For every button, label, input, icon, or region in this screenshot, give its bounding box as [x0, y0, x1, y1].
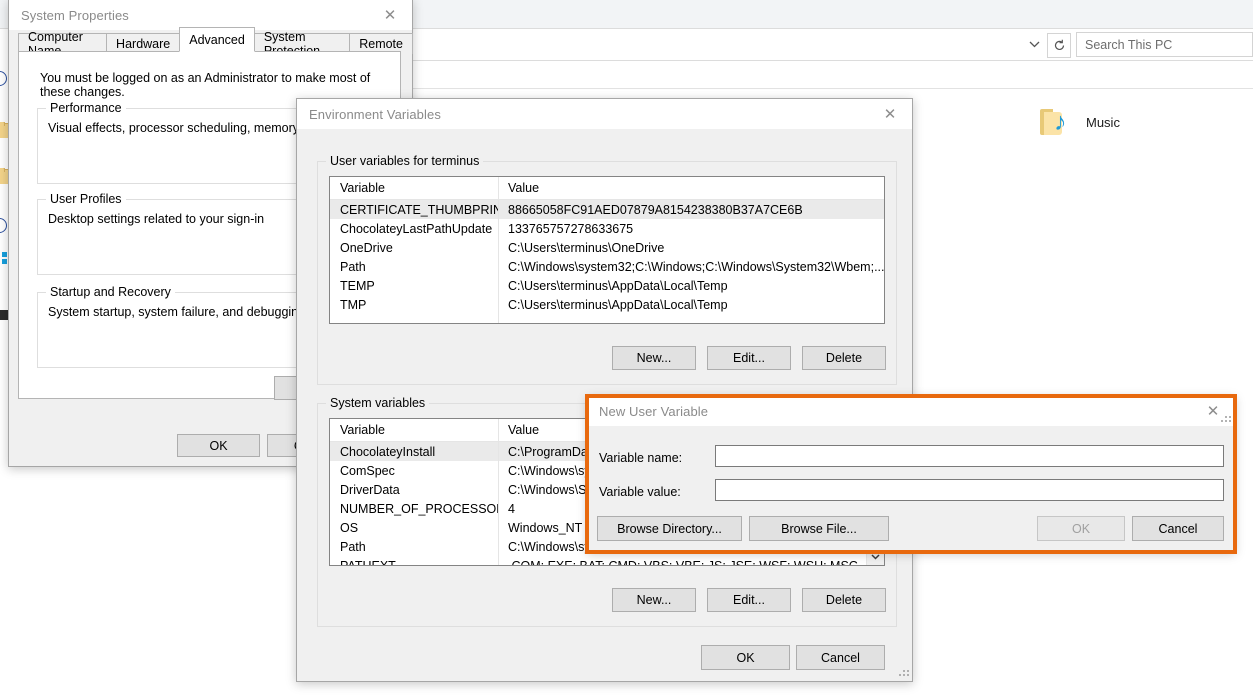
environment-variables-dialog[interactable]: Environment Variables ✕ User variables f… [296, 98, 913, 682]
table-row[interactable]: Path C:\Windows\system32;C:\Windows;C:\W… [330, 257, 884, 276]
resize-grip[interactable] [1221, 414, 1231, 424]
tab-advanced[interactable]: Advanced [179, 27, 255, 52]
refresh-icon[interactable] [1047, 33, 1071, 58]
user-profiles-group-legend: User Profiles [46, 192, 126, 206]
system-variables-edit-button[interactable]: Edit... [707, 588, 791, 612]
user-variables-group-legend: User variables for terminus [326, 154, 483, 168]
variable-value-input[interactable] [715, 479, 1224, 501]
column-header-variable[interactable]: Variable [330, 181, 498, 195]
environment-variables-title: Environment Variables [297, 107, 441, 122]
table-row[interactable]: TEMP C:\Users\terminus\AppData\Local\Tem… [330, 276, 884, 295]
new-user-variable-title: New User Variable [587, 404, 708, 419]
environment-variables-ok-button[interactable]: OK [701, 645, 790, 670]
startup-recovery-group-legend: Startup and Recovery [46, 285, 175, 299]
user-variables-delete-button[interactable]: Delete [802, 346, 886, 370]
user-variables-edit-button[interactable]: Edit... [707, 346, 791, 370]
table-row[interactable]: CERTIFICATE_THUMBPRINT 88665058FC91AED07… [330, 200, 884, 219]
close-icon[interactable]: ✕ [368, 0, 412, 30]
new-user-variable-dialog[interactable]: New User Variable ✕ Variable name: Varia… [587, 396, 1235, 552]
browse-file-button[interactable]: Browse File... [749, 516, 889, 541]
system-properties-ok-button[interactable]: OK [177, 434, 260, 457]
system-variables-delete-button[interactable]: Delete [802, 588, 886, 612]
explorer-item-label: Music [1086, 115, 1120, 130]
system-properties-titlebar[interactable]: System Properties ✕ [9, 0, 412, 30]
user-variables-new-button[interactable]: New... [612, 346, 696, 370]
new-user-variable-cancel-button[interactable]: Cancel [1132, 516, 1224, 541]
variable-value-label: Variable value: [599, 485, 681, 499]
table-row[interactable]: TMP C:\Users\terminus\AppData\Local\Temp [330, 295, 884, 314]
user-variables-header[interactable]: Variable Value [330, 177, 884, 200]
chevron-down-icon[interactable] [1022, 33, 1046, 56]
table-row[interactable]: PATHEXT .COM;.EXE;.BAT;.CMD;.VBS;.VBE;.J… [330, 556, 884, 566]
system-properties-title: System Properties [9, 8, 129, 23]
column-header-value[interactable]: Value [498, 181, 884, 195]
variable-name-label: Variable name: [599, 451, 682, 465]
table-row[interactable]: ChocolateyLastPathUpdate 133765757278633… [330, 219, 884, 238]
environment-variables-cancel-button[interactable]: Cancel [796, 645, 885, 670]
administrator-notice: You must be logged on as an Administrato… [40, 71, 400, 99]
environment-variables-titlebar[interactable]: Environment Variables ✕ [297, 99, 912, 129]
new-user-variable-titlebar[interactable]: New User Variable ✕ [587, 396, 1235, 426]
column-header-variable[interactable]: Variable [330, 423, 498, 437]
system-variables-new-button[interactable]: New... [612, 588, 696, 612]
performance-group-legend: Performance [46, 101, 126, 115]
variable-name-input[interactable] [715, 445, 1224, 467]
new-user-variable-ok-button: OK [1037, 516, 1125, 541]
user-variables-listview[interactable]: Variable Value CERTIFICATE_THUMBPRINT 88… [329, 176, 885, 324]
explorer-item-music[interactable]: ♪ Music [1040, 98, 1210, 146]
search-input[interactable]: Search This PC [1076, 32, 1253, 57]
system-variables-group-legend: System variables [326, 396, 429, 410]
close-icon[interactable]: ✕ [868, 99, 912, 129]
user-variables-group: User variables for terminus Variable Val… [317, 161, 897, 385]
music-folder-icon: ♪ [1040, 107, 1074, 137]
system-properties-tabs[interactable]: Computer Name Hardware Advanced System P… [18, 30, 412, 52]
user-profiles-description: Desktop settings related to your sign-in [48, 212, 264, 226]
resize-grip[interactable] [899, 668, 909, 678]
table-row[interactable]: OneDrive C:\Users\terminus\OneDrive [330, 238, 884, 257]
browse-directory-button[interactable]: Browse Directory... [597, 516, 742, 541]
